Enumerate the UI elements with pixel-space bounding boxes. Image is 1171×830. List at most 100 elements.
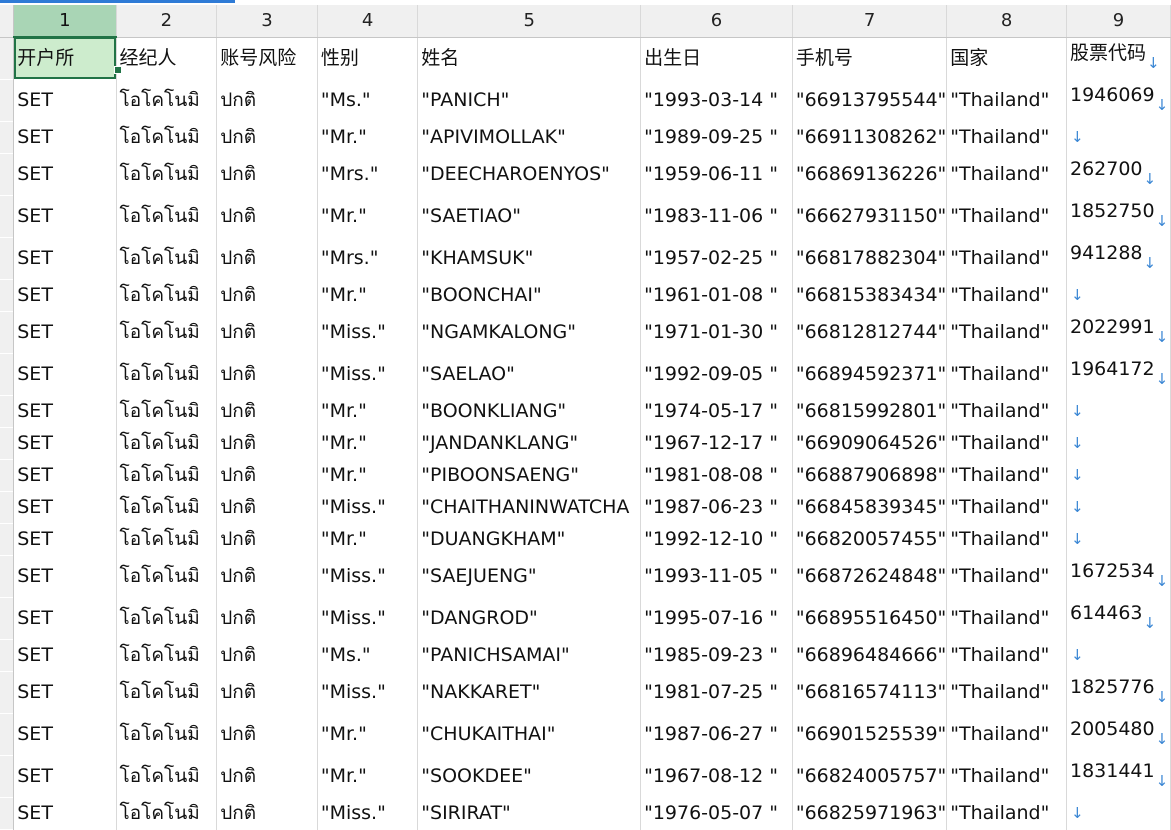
cell[interactable]: 1946069↓ (1066, 79, 1171, 121)
cell[interactable]: โอโคโนมิ (116, 279, 218, 311)
cell[interactable]: SET (13, 671, 117, 713)
cell[interactable]: ปกติ (216, 353, 318, 395)
cell[interactable]: "1974-05-17 " (640, 395, 793, 427)
cell[interactable]: "66913795544" (792, 79, 948, 121)
cell[interactable]: "SIRIRAT" (417, 797, 642, 829)
cell[interactable]: 国家 (946, 37, 1067, 79)
cell[interactable]: "66895516450" (792, 597, 948, 639)
row-header[interactable] (0, 121, 15, 153)
cell[interactable]: "NGAMKALONG" (417, 311, 642, 353)
row-header[interactable] (0, 279, 15, 311)
cell[interactable]: "66815383434" (792, 279, 948, 311)
column-header[interactable]: 7 (792, 5, 948, 38)
cell[interactable]: "66911308262" (792, 121, 948, 153)
cell[interactable]: โอโคโนมิ (116, 121, 218, 153)
cell[interactable]: โอโคโนมิ (116, 353, 218, 395)
column-header[interactable]: 3 (216, 5, 318, 38)
cell[interactable]: ↓ (1066, 427, 1171, 459)
cell[interactable]: "Thailand" (946, 353, 1067, 395)
cell[interactable]: "Thailand" (946, 79, 1067, 121)
cell[interactable]: "1961-01-08 " (640, 279, 793, 311)
cell[interactable]: โอโคโนมิ (116, 427, 218, 459)
cell[interactable]: "1976-05-07 " (640, 797, 793, 829)
cell[interactable]: "1967-08-12 " (640, 755, 793, 797)
cell[interactable]: SET (13, 523, 117, 555)
cell[interactable]: ปกติ (216, 491, 318, 523)
cell[interactable]: "PIBOONSAENG" (417, 459, 642, 491)
cell[interactable]: "66815992801" (792, 395, 948, 427)
cell[interactable]: 2022991↓ (1066, 311, 1171, 353)
cell[interactable]: "Thailand" (946, 597, 1067, 639)
cell[interactable]: โอโคโนมิ (116, 153, 218, 195)
row-header[interactable] (0, 713, 15, 755)
cell[interactable]: "JANDANKLANG" (417, 427, 642, 459)
cell[interactable]: "66869136226" (792, 153, 948, 195)
cell[interactable]: "Miss." (317, 671, 419, 713)
cell[interactable]: 941288↓ (1066, 237, 1171, 279)
cell[interactable]: "PANICH" (417, 79, 642, 121)
cell[interactable]: 股票代码↓ (1066, 37, 1171, 79)
cell[interactable]: "Thailand" (946, 395, 1067, 427)
cell[interactable]: ↓ (1066, 121, 1171, 153)
row-header[interactable] (0, 459, 15, 491)
cell[interactable]: "1992-09-05 " (640, 353, 793, 395)
cell[interactable]: "Thailand" (946, 279, 1067, 311)
cell[interactable]: "66627931150" (792, 195, 948, 237)
cell[interactable]: ↓ (1066, 459, 1171, 491)
cell[interactable]: SET (13, 755, 117, 797)
cell[interactable]: "SOOKDEE" (417, 755, 642, 797)
cell[interactable]: 1825776↓ (1066, 671, 1171, 713)
cell[interactable]: "Thailand" (946, 671, 1067, 713)
cell[interactable]: "Mr." (317, 195, 419, 237)
cell[interactable]: 1831441↓ (1066, 755, 1171, 797)
row-header[interactable] (0, 353, 15, 395)
cell[interactable]: "1987-06-23 " (640, 491, 793, 523)
cell[interactable]: "1957-02-25 " (640, 237, 793, 279)
column-header[interactable]: 9 (1066, 5, 1171, 38)
cell[interactable]: SET (13, 427, 117, 459)
cell[interactable]: "66887906898" (792, 459, 948, 491)
column-header[interactable]: 8 (946, 5, 1067, 38)
row-header[interactable] (0, 597, 15, 639)
cell[interactable]: 1964172↓ (1066, 353, 1171, 395)
cell[interactable]: "Thailand" (946, 237, 1067, 279)
row-header[interactable] (0, 153, 15, 195)
cell[interactable]: "66845839345" (792, 491, 948, 523)
cell[interactable]: "SAEJUENG" (417, 555, 642, 597)
cell[interactable]: SET (13, 353, 117, 395)
cell[interactable]: "66816574113" (792, 671, 948, 713)
cell[interactable]: โอโคโนมิ (116, 459, 218, 491)
cell[interactable]: "1967-12-17 " (640, 427, 793, 459)
cell[interactable]: "NAKKARET" (417, 671, 642, 713)
cell[interactable]: SET (13, 195, 117, 237)
cell[interactable]: ↓ (1066, 797, 1171, 829)
row-header[interactable] (0, 671, 15, 713)
cell[interactable]: โอโคโนมิ (116, 491, 218, 523)
cell[interactable]: "Thailand" (946, 427, 1067, 459)
cell[interactable]: "66894592371" (792, 353, 948, 395)
cell[interactable]: "KHAMSUK" (417, 237, 642, 279)
cell[interactable]: 614463↓ (1066, 597, 1171, 639)
cell[interactable]: 262700↓ (1066, 153, 1171, 195)
cell[interactable]: โอโคโนมิ (116, 311, 218, 353)
cell[interactable]: "Thailand" (946, 491, 1067, 523)
row-header[interactable] (0, 37, 15, 79)
cell[interactable]: "66817882304" (792, 237, 948, 279)
cell[interactable]: "SAETIAO" (417, 195, 642, 237)
cell[interactable]: "66872624848" (792, 555, 948, 597)
cell[interactable]: 出生日 (640, 37, 793, 79)
cell[interactable]: "1983-11-06 " (640, 195, 793, 237)
cell[interactable]: ↓ (1066, 395, 1171, 427)
cell[interactable]: ปกติ (216, 195, 318, 237)
fill-handle[interactable] (114, 66, 122, 74)
column-header[interactable]: 1 (13, 5, 117, 38)
cell[interactable]: ปกติ (216, 395, 318, 427)
cell[interactable]: โอโคโนมิ (116, 523, 218, 555)
cell[interactable]: "Thailand" (946, 311, 1067, 353)
cell[interactable]: โอโคโนมิ (116, 639, 218, 671)
cell[interactable]: ↓ (1066, 491, 1171, 523)
cell[interactable]: "Mr." (317, 523, 419, 555)
cell[interactable]: 姓名 (417, 37, 642, 79)
cell[interactable]: ปกติ (216, 755, 318, 797)
cell[interactable]: "1985-09-23 " (640, 639, 793, 671)
